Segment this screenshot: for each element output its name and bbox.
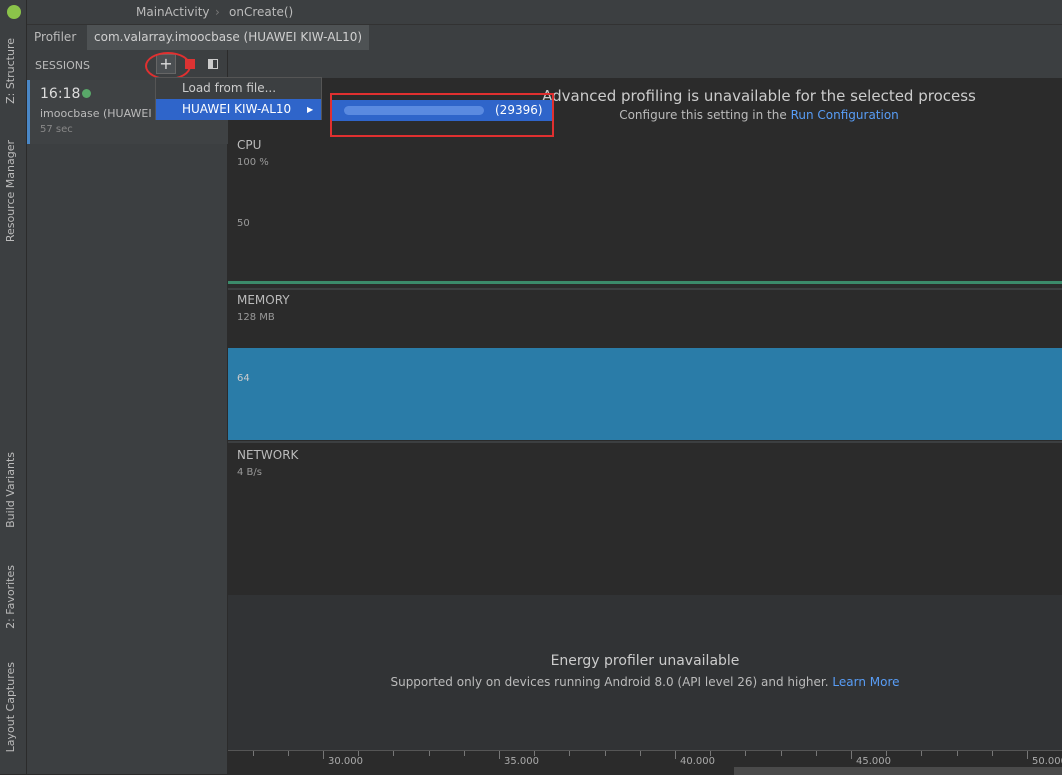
axis-tick [428,751,430,756]
axis-tick [956,751,958,756]
device-label: HUAWEI KIW-AL10 [182,102,292,116]
submenu-arrow-icon: ▶ [307,105,314,114]
tool-tab-resource-manager[interactable]: Resource Manager [4,140,17,242]
axis-tick [991,751,993,756]
tab-session[interactable]: com.valarray.imoocbase (HUAWEI KIW-AL10) [87,25,370,50]
axis-tick [745,751,747,756]
memory-max-label: 128 MB [237,312,275,323]
network-max-label: 4 B/s [237,467,262,478]
cpu-mid-label: 50 [237,218,250,229]
run-configuration-link[interactable]: Run Configuration [791,108,899,122]
axis-label: 45.000 [856,756,891,767]
main-toolbar [228,50,1062,78]
energy-text: Supported only on devices running Androi… [390,675,829,689]
memory-usage-fill [228,348,1062,440]
menu-item-load-from-file[interactable]: Load from file... [156,78,321,99]
session-duration: 57 sec [40,124,73,135]
axis-tick [463,751,465,756]
axis-tick [393,751,395,756]
stop-session-icon[interactable] [185,59,195,69]
axis-tick [499,751,500,759]
axis-label: 50.000 [1032,756,1062,767]
axis-tick [780,751,782,756]
timeline-axis: 30.000 35.000 40.000 45.000 50.000 [228,750,1062,775]
android-icon [7,5,21,19]
axis-tick [604,751,606,756]
axis-tick [921,751,923,756]
breadcrumb: MainActivity › onCreate() [27,0,1062,25]
tab-profiler[interactable]: Profiler [27,25,83,50]
cpu-lane[interactable]: CPU 100 % 50 [228,133,1062,288]
axis-tick [815,751,817,756]
memory-lane[interactable]: MEMORY 128 MB 64 [228,290,1062,441]
add-session-menu: Load from file... HUAWEI KIW-AL10 ▶ [155,77,322,120]
network-lane[interactable]: NETWORK 4 B/s [228,443,1062,595]
collapse-panel-icon[interactable] [208,59,218,69]
banner-text: Configure this setting in the [619,108,787,122]
axis-tick [1027,751,1028,759]
breadcrumb-class[interactable]: MainActivity [136,5,210,19]
breadcrumb-chevron-icon: › [215,5,220,19]
energy-lane: Energy profiler unavailable Supported on… [228,595,1062,750]
status-dot-icon [82,89,91,98]
sessions-panel: SESSIONS + 16:18 imoocbase (HUAWEI KIW-A… [27,50,228,774]
axis-tick [851,751,852,759]
sessions-header: SESSIONS [35,59,91,72]
memory-mid-label: 64 [237,373,250,384]
session-time: 16:18 [40,86,81,102]
axis-tick [323,751,324,759]
axis-tick [287,751,289,756]
cpu-max-label: 100 % [237,157,269,168]
cpu-usage-line [228,281,1062,284]
memory-label: MEMORY [237,293,290,307]
left-tool-strip: Z: Structure Resource Manager Build Vari… [0,0,27,774]
axis-tick [569,751,571,756]
tool-tab-structure[interactable]: Z: Structure [4,38,17,104]
axis-tick [252,751,254,756]
tool-tab-layout-captures[interactable]: Layout Captures [4,662,17,752]
energy-title: Energy profiler unavailable [550,653,740,669]
axis-tick [639,751,641,756]
axis-label: 40.000 [680,756,715,767]
highlight-rectangle [330,93,554,137]
axis-tick [675,751,676,759]
breadcrumb-method[interactable]: onCreate() [229,5,293,19]
learn-more-link[interactable]: Learn More [832,675,899,689]
axis-label: 35.000 [504,756,539,767]
tab-bar: Profiler com.valarray.imoocbase (HUAWEI … [27,25,1062,50]
network-label: NETWORK [237,448,299,462]
tool-tab-build-variants[interactable]: Build Variants [4,452,17,528]
tool-tab-favorites[interactable]: 2: Favorites [4,565,17,629]
cpu-label: CPU [237,138,262,152]
axis-label: 30.000 [328,756,363,767]
menu-item-device[interactable]: HUAWEI KIW-AL10 ▶ [156,99,321,120]
